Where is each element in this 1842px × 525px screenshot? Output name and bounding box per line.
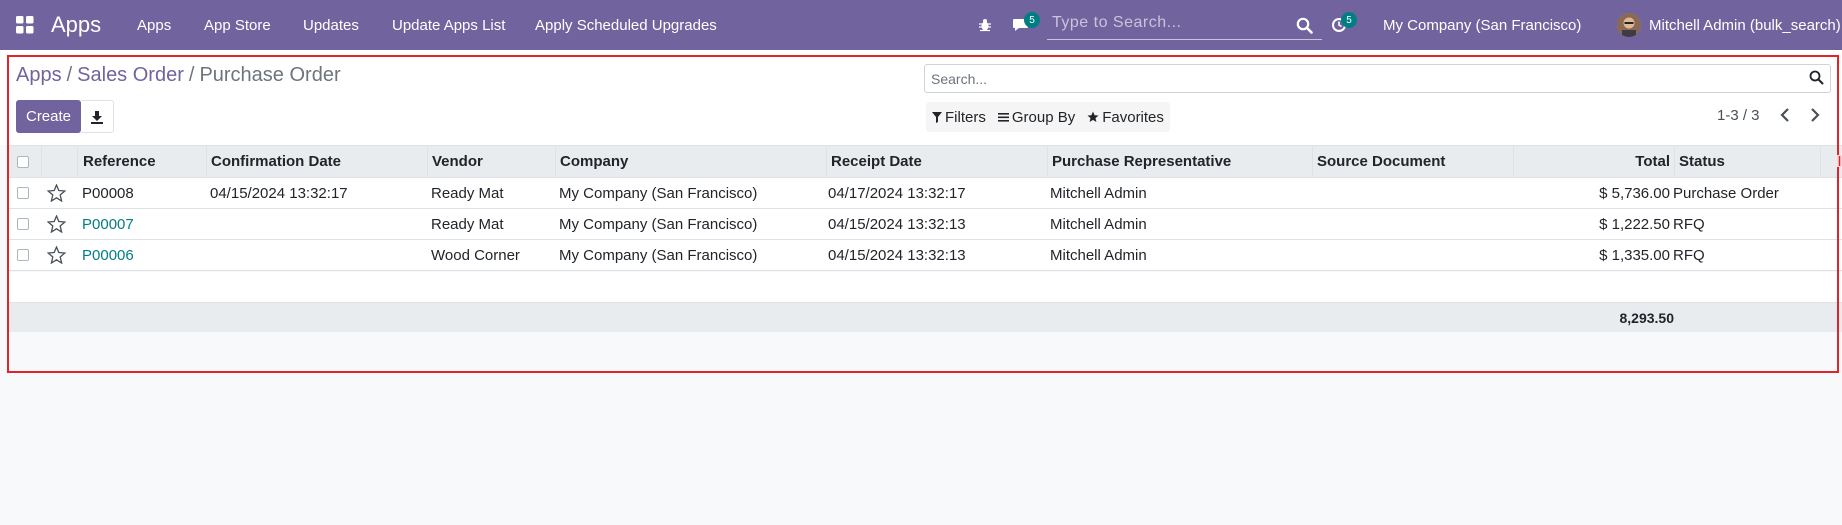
cell-company: My Company (San Francisco) <box>559 246 758 264</box>
favorite-star-icon[interactable] <box>47 178 66 208</box>
column-divider <box>41 146 42 177</box>
search-placeholder: Search... <box>931 71 988 87</box>
global-search-input[interactable]: Type to Search... <box>1047 11 1322 40</box>
cell-purchase-representative: Mitchell Admin <box>1050 246 1147 264</box>
column-divider <box>427 146 428 177</box>
column-header-status[interactable]: Status <box>1679 146 1725 177</box>
search-panel-toggles: Filters Group By Favorites <box>926 102 1170 132</box>
column-header-total[interactable]: Total <box>1513 146 1670 177</box>
breadcrumb: Apps / Sales Order / Purchase Order <box>16 64 341 87</box>
table-row[interactable]: P00007 Ready Mat My Company (San Francis… <box>8 209 1842 240</box>
global-search-placeholder: Type to Search... <box>1052 14 1182 31</box>
column-divider <box>1674 146 1675 177</box>
pager-previous-chevron-left-icon[interactable] <box>1775 105 1795 125</box>
app-brand[interactable]: Apps <box>51 0 101 50</box>
debug-bug-icon[interactable] <box>978 0 992 50</box>
export-download-button[interactable] <box>81 100 114 133</box>
cell-vendor: Wood Corner <box>431 246 520 264</box>
column-resize-handle-icon[interactable] <box>1837 155 1842 167</box>
column-header-company[interactable]: Company <box>560 146 628 177</box>
cell-receipt-date: 04/15/2024 13:32:13 <box>828 215 966 233</box>
breadcrumb-separator: / <box>66 64 73 86</box>
favorites-label: Favorites <box>1102 108 1164 126</box>
empty-row <box>8 272 1842 303</box>
cell-total: $ 1,335.00 <box>1599 246 1670 264</box>
pager-next-chevron-right-icon[interactable] <box>1805 105 1825 125</box>
menu-item-updates[interactable]: Updates <box>303 0 359 50</box>
cell-vendor: Ready Mat <box>431 215 504 233</box>
user-menu[interactable]: Mitchell Admin (bulk_search) <box>1649 0 1841 50</box>
table-row[interactable]: P00008 04/15/2024 13:32:17 Ready Mat My … <box>8 178 1842 209</box>
column-divider <box>1312 146 1313 177</box>
cell-reference[interactable]: P00007 <box>82 209 134 239</box>
grand-total: 8,293.50 <box>1619 309 1675 326</box>
cell-receipt-date: 04/15/2024 13:32:13 <box>828 246 966 264</box>
row-checkbox[interactable] <box>17 187 29 199</box>
cell-confirmation-date: 04/15/2024 13:32:17 <box>210 184 348 202</box>
cell-status: RFQ <box>1673 246 1705 264</box>
menu-item-app-store[interactable]: App Store <box>204 0 271 50</box>
column-header-vendor[interactable]: Vendor <box>432 146 483 177</box>
cell-total: $ 5,736.00 <box>1599 184 1670 202</box>
breadcrumb-current: Purchase Order <box>199 64 341 86</box>
row-checkbox[interactable] <box>17 249 29 261</box>
favorite-star-icon[interactable] <box>47 240 66 270</box>
top-navbar: Apps Apps App Store Updates Update Apps … <box>0 0 1842 50</box>
column-divider <box>77 146 78 177</box>
cell-vendor: Ready Mat <box>431 184 504 202</box>
column-divider <box>206 146 207 177</box>
filter-icon <box>932 111 942 123</box>
breadcrumb-item-sales-order[interactable]: Sales Order <box>77 64 184 86</box>
table-row[interactable]: P00006 Wood Corner My Company (San Franc… <box>8 240 1842 271</box>
column-header-purchase-representative[interactable]: Purchase Representative <box>1052 146 1231 177</box>
favorite-star-icon[interactable] <box>47 209 66 239</box>
column-divider <box>1820 146 1821 177</box>
cell-status: RFQ <box>1673 215 1705 233</box>
cell-status: Purchase Order <box>1673 184 1779 202</box>
cell-company: My Company (San Francisco) <box>559 215 758 233</box>
messages-badge: 5 <box>1024 12 1040 28</box>
cell-purchase-representative: Mitchell Admin <box>1050 215 1147 233</box>
table-header: Reference Confirmation Date Vendor Compa… <box>8 145 1842 178</box>
cell-receipt-date: 04/17/2024 13:32:17 <box>828 184 966 202</box>
breadcrumb-item-apps[interactable]: Apps <box>16 64 62 86</box>
table-footer: 8,293.50 <box>8 303 1842 332</box>
menu-item-apps[interactable]: Apps <box>137 0 171 50</box>
cell-purchase-representative: Mitchell Admin <box>1050 184 1147 202</box>
select-all-checkbox[interactable] <box>17 156 29 168</box>
filters-label: Filters <box>945 108 986 126</box>
breadcrumb-separator: / <box>188 64 195 86</box>
favorites-button[interactable]: Favorites <box>1081 102 1170 132</box>
search-icon[interactable] <box>1809 70 1824 89</box>
search-icon[interactable] <box>1296 0 1313 50</box>
group-by-button[interactable]: Group By <box>992 102 1081 132</box>
column-header-reference[interactable]: Reference <box>83 146 156 177</box>
filters-button[interactable]: Filters <box>926 102 992 132</box>
column-divider <box>1047 146 1048 177</box>
activity-badge: 5 <box>1341 12 1357 28</box>
user-avatar[interactable] <box>1617 13 1641 37</box>
cell-company: My Company (San Francisco) <box>559 184 758 202</box>
app-menu-icon[interactable] <box>16 0 34 50</box>
column-header-source-document[interactable]: Source Document <box>1317 146 1445 177</box>
cell-reference[interactable]: P00008 <box>82 178 134 208</box>
star-icon <box>1087 111 1099 122</box>
download-icon <box>91 110 103 124</box>
column-divider <box>826 146 827 177</box>
cell-total: $ 1,222.50 <box>1599 215 1670 233</box>
company-switcher[interactable]: My Company (San Francisco) <box>1383 0 1581 50</box>
search-input[interactable]: Search... <box>924 64 1831 93</box>
group-by-label: Group By <box>1011 108 1076 126</box>
row-checkbox[interactable] <box>17 218 29 230</box>
create-button[interactable]: Create <box>16 100 81 133</box>
menu-item-update-apps-list[interactable]: Update Apps List <box>392 0 505 50</box>
bars-icon <box>997 113 1009 122</box>
menu-item-apply-scheduled-upgrades[interactable]: Apply Scheduled Upgrades <box>535 0 717 50</box>
cell-reference[interactable]: P00006 <box>82 240 134 270</box>
column-header-receipt-date[interactable]: Receipt Date <box>831 146 922 177</box>
column-divider <box>555 146 556 177</box>
pager-value[interactable]: 1-3 / 3 <box>1717 107 1760 124</box>
column-header-confirmation-date[interactable]: Confirmation Date <box>211 146 341 177</box>
